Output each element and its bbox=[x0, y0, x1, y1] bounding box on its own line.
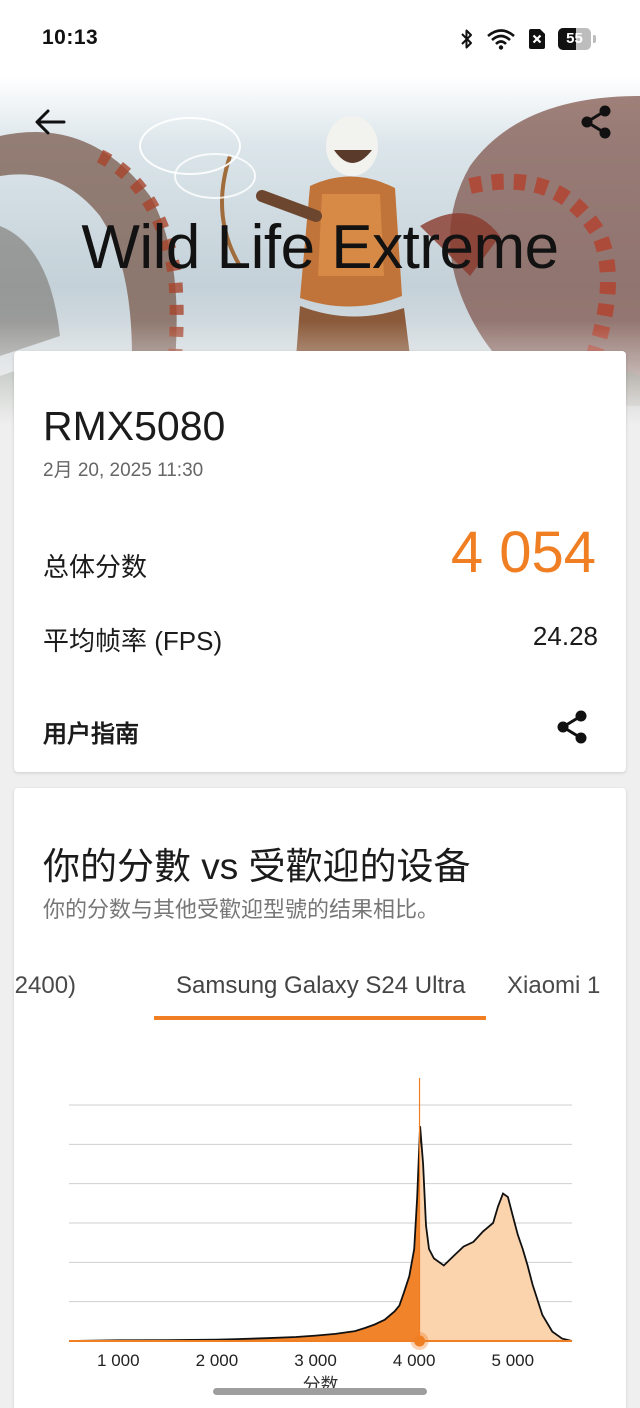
wifi-icon bbox=[487, 29, 515, 50]
device-tabs: s 2400) Samsung Galaxy S24 Ultra Xiaomi … bbox=[14, 958, 626, 1024]
bluetooth-icon bbox=[461, 29, 472, 49]
x-tick-label: 1 000 bbox=[97, 1351, 140, 1370]
arrow-left-icon bbox=[35, 109, 66, 135]
tab-device-next[interactable]: Xiaomi 1 bbox=[507, 972, 600, 1000]
tab-samsung-galaxy-s24-ultra[interactable]: Samsung Galaxy S24 Ultra bbox=[176, 972, 465, 1000]
share-icon bbox=[557, 710, 587, 744]
avg-fps-value: 24.28 bbox=[532, 621, 598, 651]
user-guide-link[interactable]: 用户指南 bbox=[43, 714, 139, 749]
test-date: 2月 20, 2025 11:30 bbox=[43, 460, 204, 481]
x-tick-label: 3 000 bbox=[294, 1351, 337, 1370]
active-tab-indicator bbox=[154, 1016, 486, 1020]
battery-icon: 55 bbox=[558, 28, 596, 50]
avg-fps-label: 平均帧率 (FPS) bbox=[43, 626, 223, 656]
overall-score-label: 总体分数 bbox=[43, 552, 148, 582]
share-icon bbox=[581, 105, 611, 139]
x-tick-label: 2 000 bbox=[196, 1351, 239, 1370]
status-icons: 55 bbox=[460, 26, 596, 52]
back-button[interactable] bbox=[28, 102, 72, 142]
share-result-button[interactable] bbox=[552, 707, 592, 747]
no-sim-icon bbox=[529, 29, 545, 49]
overall-score-value: 4 054 bbox=[450, 520, 596, 585]
score-distribution-chart: 1 000 2 000 3 000 4 000 5 000分数 bbox=[68, 1078, 573, 1396]
x-tick-label: 4 000 bbox=[393, 1351, 436, 1370]
tab-device-previous[interactable]: s 2400) bbox=[14, 972, 76, 1000]
share-button[interactable] bbox=[574, 100, 618, 144]
comparison-card: 你的分數 vs 受歡迎的设备 你的分数与其他受歡迎型號的结果相比。 s 2400… bbox=[14, 788, 626, 1408]
home-gesture-bar[interactable] bbox=[213, 1388, 427, 1395]
status-bar: 10:13 55 bbox=[0, 0, 640, 76]
comparison-subtitle: 你的分数与其他受歡迎型號的结果相比。 bbox=[43, 897, 440, 922]
x-tick-label: 5 000 bbox=[492, 1351, 535, 1370]
comparison-title: 你的分數 vs 受歡迎的设备 bbox=[43, 846, 471, 887]
device-name: RMX5080 bbox=[43, 403, 226, 449]
score-marker-dot bbox=[414, 1335, 426, 1347]
battery-level: 55 bbox=[566, 30, 583, 47]
result-card: RMX5080 2月 20, 2025 11:30 总体分数 4 054 平均帧… bbox=[14, 351, 626, 772]
status-time: 10:13 bbox=[42, 26, 99, 49]
benchmark-title: Wild Life Extreme bbox=[81, 213, 559, 282]
distribution-area bbox=[69, 1126, 572, 1341]
